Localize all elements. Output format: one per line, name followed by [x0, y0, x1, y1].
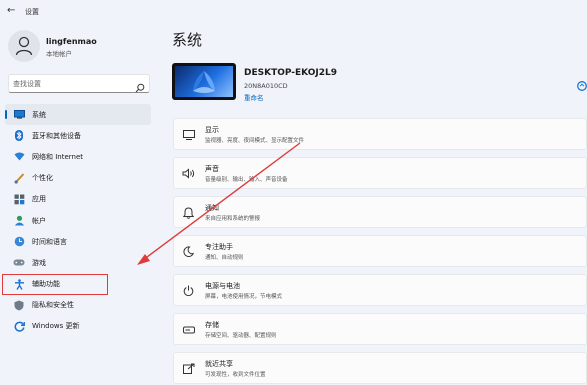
card-display[interactable]: 显示 监视器、亮度、夜间模式、显示配置文件 [173, 118, 587, 150]
card-title: 显示 [205, 126, 219, 134]
avatar [8, 30, 40, 62]
card-description: 音量级别、输出、输入、声音设备 [205, 177, 288, 183]
card-title: 通知 [205, 204, 219, 212]
onedrive-sync-icon[interactable] [577, 76, 587, 95]
device-model: 20N8A010CD [244, 82, 288, 90]
card-description: 监视器、亮度、夜间模式、显示配置文件 [205, 138, 305, 144]
account-type: 本地帐户 [46, 50, 72, 58]
gaming-icon [13, 257, 25, 269]
sidebar-item-label: 系统 [32, 110, 46, 119]
power-icon [182, 284, 195, 297]
personalization-icon [13, 172, 25, 184]
system-icon [13, 109, 25, 121]
sidebar-item-label: 隐私和安全性 [32, 301, 74, 310]
app-title: 设置 [25, 8, 39, 16]
page-title: 系统 [172, 31, 203, 49]
accounts-icon [13, 215, 25, 227]
nearby-share-icon [182, 362, 195, 375]
sidebar-item-label: 个性化 [32, 174, 53, 183]
sidebar-item-personalization[interactable]: 个性化 [5, 168, 151, 189]
card-focus-assist[interactable]: 专注助手 通知、自动规则 [173, 235, 587, 267]
storage-icon [182, 323, 195, 336]
card-title: 存储 [205, 321, 219, 329]
card-title: 电源与电池 [205, 282, 240, 290]
bluetooth-icon [13, 130, 25, 142]
device-info: DESKTOP-EKOJ2L9 20N8A010CD 重命名 [172, 63, 582, 103]
sidebar-item-label: 蓝牙和其他设备 [32, 131, 81, 140]
sidebar-item-label: 应用 [32, 195, 46, 204]
windows-update-icon [13, 320, 25, 332]
search-icon[interactable] [135, 78, 145, 97]
title-bar: ← 设置 [0, 0, 587, 22]
sidebar-item-apps[interactable]: 应用 [5, 189, 151, 210]
sidebar-item-label: 网络和 Internet [32, 152, 84, 161]
sidebar-item-label: 帐户 [32, 216, 46, 225]
time-language-icon [13, 236, 25, 248]
sidebar-item-gaming[interactable]: 游戏 [5, 252, 151, 273]
privacy-icon [13, 299, 25, 311]
search-input[interactable] [13, 78, 131, 90]
sidebar-item-time-language[interactable]: 时间和语言 [5, 231, 151, 252]
card-description: 来自应用和系统的警报 [205, 216, 261, 222]
device-name: DESKTOP-EKOJ2L9 [244, 68, 338, 78]
sidebar-item-bluetooth[interactable]: 蓝牙和其他设备 [5, 125, 151, 146]
back-arrow-icon[interactable]: ← [7, 5, 15, 16]
card-nearby-share[interactable]: 就近共享 可发现性，收到文件位置 [173, 352, 587, 384]
sidebar-item-windows-update[interactable]: Windows 更新 [5, 316, 151, 337]
rename-link[interactable]: 重命名 [244, 92, 264, 102]
card-sound[interactable]: 声音 音量级别、输出、输入、声音设备 [173, 157, 587, 189]
display-icon [182, 128, 195, 141]
card-description: 存储空间、驱动器、配置规则 [205, 333, 277, 339]
person-icon [15, 36, 33, 56]
card-title: 声音 [205, 165, 219, 173]
focus-assist-icon [182, 245, 195, 258]
notification-icon [182, 206, 195, 219]
sidebar-item-accounts[interactable]: 帐户 [5, 210, 151, 231]
sidebar-item-system[interactable]: 系统 [5, 104, 151, 126]
user-profile[interactable]: lingfenmao 本地帐户 [8, 30, 153, 64]
network-icon [13, 151, 25, 163]
card-power-battery[interactable]: 电源与电池 屏幕，电池使用情况，节电模式 [173, 274, 587, 306]
card-title: 就近共享 [205, 360, 233, 368]
card-description: 屏幕，电池使用情况，节电模式 [205, 294, 283, 300]
user-name: lingfenmao [46, 37, 97, 46]
desktop-thumbnail [172, 63, 236, 100]
sidebar-nav: 系统 蓝牙和其他设备 网络和 Internet 个性化 应用 帐户 时间和语言 … [5, 104, 151, 337]
annotation-highlight-box [2, 274, 108, 295]
apps-icon [13, 193, 25, 205]
search-box[interactable] [8, 74, 150, 93]
card-notifications[interactable]: 通知 来自应用和系统的警报 [173, 196, 587, 228]
card-description: 可发现性，收到文件位置 [205, 372, 266, 378]
card-description: 通知、自动规则 [205, 255, 244, 261]
card-title: 专注助手 [205, 243, 233, 251]
sidebar-item-label: 时间和语言 [32, 237, 67, 246]
sidebar-item-network[interactable]: 网络和 Internet [5, 146, 151, 167]
sidebar-item-privacy[interactable]: 隐私和安全性 [5, 295, 151, 316]
card-storage[interactable]: 存储 存储空间、驱动器、配置规则 [173, 313, 587, 345]
sidebar-item-label: 游戏 [32, 258, 46, 267]
sound-icon [182, 167, 195, 180]
sidebar-item-label: Windows 更新 [32, 322, 80, 331]
